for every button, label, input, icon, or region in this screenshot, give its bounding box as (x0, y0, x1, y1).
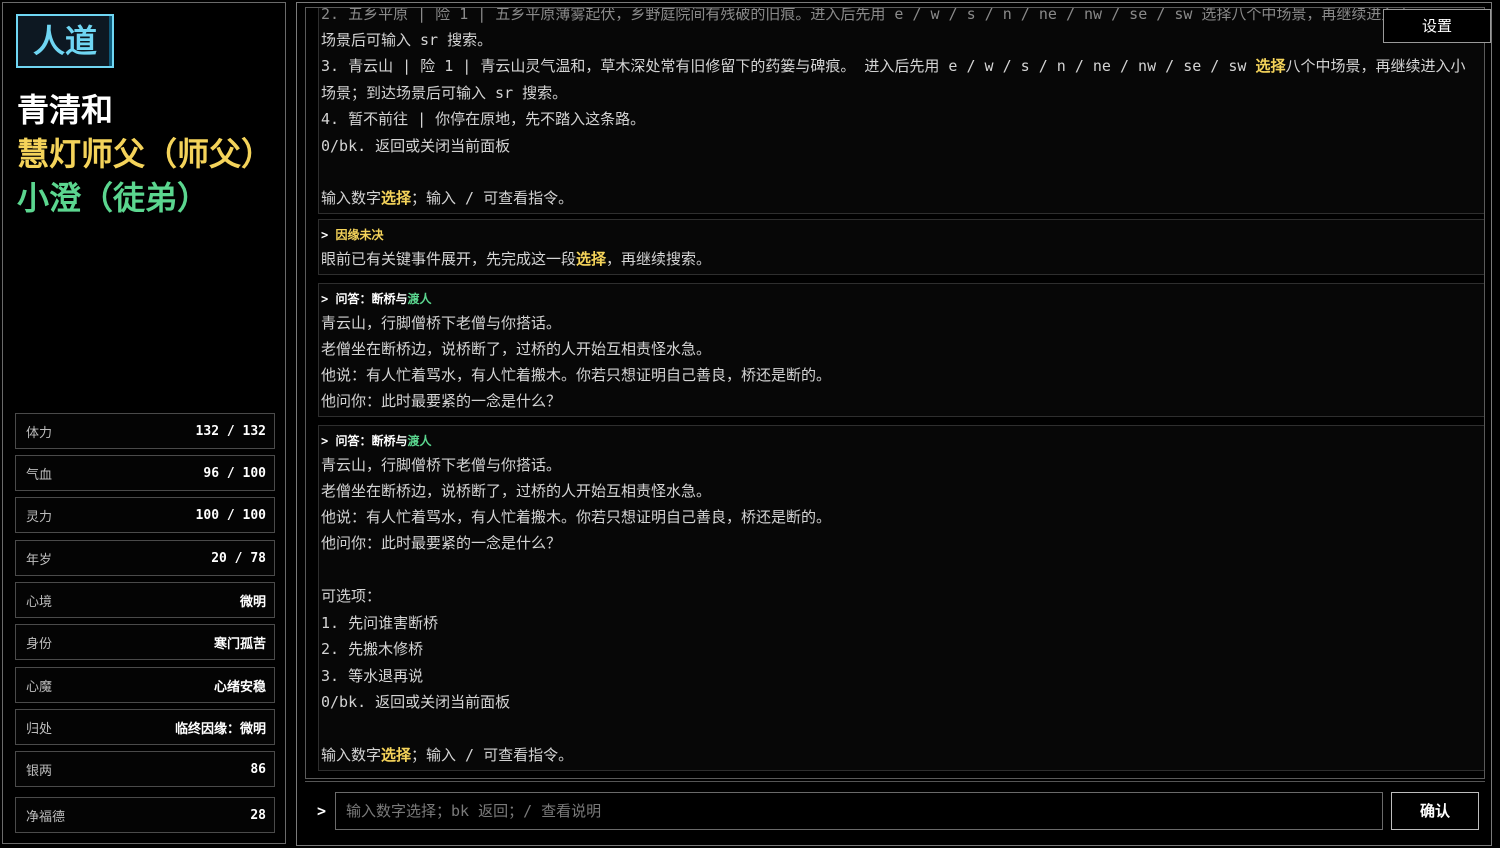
stat-label: 气血 (26, 467, 53, 483)
stat-value: 20 / 78 (211, 550, 266, 566)
log-line: 0/bk. 返回或关闭当前面板 (321, 137, 511, 155)
log-line: 青云山，行脚僧桥下老僧与你搭话。 (321, 456, 562, 474)
stat-label: 体力 (26, 425, 53, 441)
stat-label: 心境 (26, 594, 53, 610)
stat-label: 身份 (26, 636, 53, 652)
player-name: 青清和 (17, 91, 114, 129)
stat-identity: 身份 寒门孤苦 (15, 624, 275, 660)
stat-silver: 银两 86 (15, 751, 275, 787)
stat-label: 年岁 (26, 552, 53, 568)
stat-value: 96 / 100 (203, 465, 266, 481)
stat-value: 132 / 132 (195, 423, 266, 439)
stat-destiny: 归处 临终因缘：微明 (15, 709, 275, 745)
log-line: 4. 暂不前往 | 你停在原地，先不踏入这条路。 (321, 110, 646, 128)
stat-value: 心绪安稳 (213, 679, 266, 695)
option-item: 1. 先问谁害断桥 (321, 614, 439, 632)
log-line: 2. 五乡平原 | 险 1 | 五乡平原薄雾起伏，乡野庭院间有残破的旧痕。进入后… (321, 7, 1412, 23)
log-line: 他问你：此时最要紧的一念是什么？ (321, 392, 562, 410)
stat-value: 86 (250, 761, 266, 777)
disciple-name: 小澄（徒弟） (17, 179, 210, 217)
block-header: > 问答：断桥与渡人 (321, 292, 432, 306)
log-line: 场景；到达场景后可输入 sr 搜索。 (321, 84, 568, 102)
log-line: 输入数字选择；输入 / 可查看指令。 (321, 746, 574, 764)
qa-block: > 问答：断桥与渡人 青云山，行脚僧桥下老僧与你搭话。 老僧坐在断桥边，说桥断了… (318, 283, 1484, 417)
log-line: 他问你：此时最要紧的一念是什么？ (321, 534, 562, 552)
message-log[interactable]: 2. 五乡平原 | 险 1 | 五乡平原薄雾起伏，乡野庭院间有残破的旧痕。进入后… (305, 7, 1485, 779)
log-line: 青云山，行脚僧桥下老僧与你搭话。 (321, 314, 562, 332)
stat-label: 银两 (26, 763, 53, 779)
qa-block: > 问答：断桥与渡人 青云山，行脚僧桥下老僧与你搭话。 老僧坐在断桥边，说桥断了… (318, 425, 1484, 771)
stat-value: 微明 (239, 594, 266, 610)
options-title: 可选项： (321, 587, 382, 605)
stat-value: 28 (250, 807, 266, 823)
log-line: 老僧坐在断桥边，说桥断了，过桥的人开始互相责怪水急。 (321, 340, 712, 358)
block-header: > 问答：断桥与渡人 (321, 434, 432, 448)
confirm-button[interactable]: 确认 (1391, 792, 1479, 830)
stat-merit: 净福德 28 (15, 797, 275, 833)
travel-options-block: 2. 五乡平原 | 险 1 | 五乡平原薄雾起伏，乡野庭院间有残破的旧痕。进入后… (318, 7, 1484, 214)
fate-block: > 因缘未决 眼前已有关键事件展开，先完成这一段选择，再继续搜索。 (318, 219, 1484, 275)
log-line: 他说：有人忙着骂水，有人忙着搬木。你若只想证明自己善良，桥还是断的。 (321, 366, 832, 384)
stat-label: 灵力 (26, 509, 53, 525)
option-item: 2. 先搬木修桥 (321, 640, 424, 658)
stat-value: 100 / 100 (195, 507, 266, 523)
stat-label: 归处 (26, 721, 53, 737)
stat-label: 净福德 (26, 809, 66, 825)
prompt-symbol: > (317, 802, 327, 820)
stat-age: 年岁 20 / 78 (15, 540, 275, 576)
realm-logo: 人道 (16, 14, 114, 68)
option-item: 0/bk. 返回或关闭当前面板 (321, 693, 511, 711)
stat-hp: 气血 96 / 100 (15, 455, 275, 491)
block-header: > 因缘未决 (321, 228, 384, 242)
stat-spirit: 灵力 100 / 100 (15, 497, 275, 533)
log-line: 他说：有人忙着骂水，有人忙着搬木。你若只想证明自己善良，桥还是断的。 (321, 508, 832, 526)
stat-stamina: 体力 132 / 132 (15, 413, 275, 449)
character-sidebar: 人道 青清和 慧灯师父（师父） 小澄（徒弟） 体力 132 / 132 气血 9… (2, 2, 286, 844)
log-line: 眼前已有关键事件展开，先完成这一段选择，再继续搜索。 (321, 250, 712, 268)
stat-demon: 心魔 心绪安稳 (15, 667, 275, 703)
settings-button[interactable]: 设置 (1383, 9, 1491, 43)
stat-label: 心魔 (26, 679, 53, 695)
stat-mind: 心境 微明 (15, 582, 275, 618)
log-line: 老僧坐在断桥边，说桥断了，过桥的人开始互相责怪水急。 (321, 482, 712, 500)
main-panel: 2. 五乡平原 | 险 1 | 五乡平原薄雾起伏，乡野庭院间有残破的旧痕。进入后… (296, 2, 1492, 846)
log-line: 输入数字选择；输入 / 可查看指令。 (321, 189, 574, 207)
master-name: 慧灯师父（师父） (17, 135, 274, 173)
command-input[interactable] (335, 792, 1383, 830)
log-line: 场景后可输入 sr 搜索。 (321, 31, 493, 49)
stat-value: 临终因缘：微明 (174, 721, 266, 737)
option-item: 3. 等水退再说 (321, 667, 424, 685)
log-line: 3. 青云山 | 险 1 | 青云山灵气温和，草木深处常有旧修留下的药篓与碑痕。… (321, 57, 1466, 75)
stat-value: 寒门孤苦 (213, 636, 266, 652)
command-bar: > 确认 (305, 781, 1485, 841)
